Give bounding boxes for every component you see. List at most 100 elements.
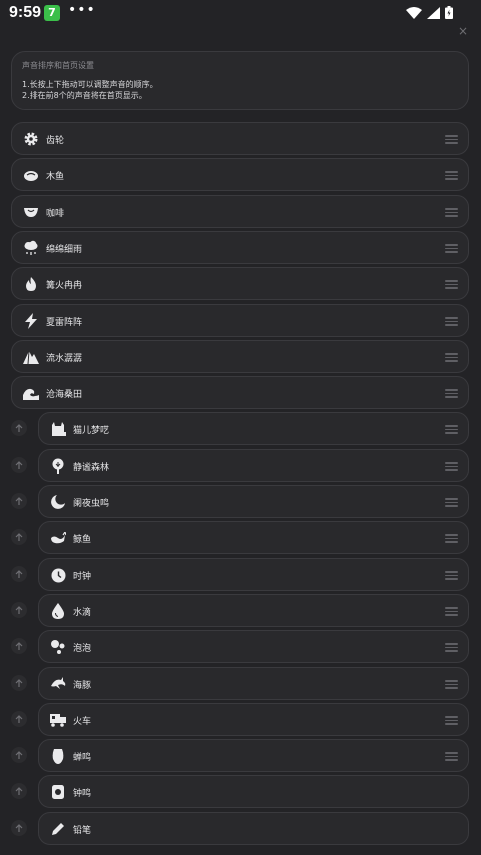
signal-icon (427, 6, 440, 19)
tree-icon (49, 457, 67, 475)
sound-card[interactable]: 铅笔 (38, 812, 469, 845)
sound-card[interactable]: 阑夜虫鸣 (38, 485, 469, 518)
status-bar: 9:59 7 ••• (0, 0, 481, 28)
move-up-icon[interactable] (11, 820, 27, 836)
move-up-icon[interactable] (11, 602, 27, 618)
wooden-fish-icon (22, 166, 40, 184)
drag-handle-icon[interactable] (445, 752, 458, 761)
drag-handle-icon[interactable] (445, 643, 458, 652)
drag-handle-icon[interactable] (445, 425, 458, 434)
sound-card[interactable]: 篝火冉冉 (11, 267, 469, 300)
sound-row[interactable]: 流水潺潺 (11, 340, 469, 373)
clock-icon (49, 566, 67, 584)
drag-handle-icon[interactable] (445, 135, 458, 144)
sound-row[interactable]: 猫儿梦呓 (38, 412, 469, 445)
drag-handle-icon[interactable] (445, 462, 458, 471)
sound-card[interactable]: 海豚 (38, 667, 469, 700)
sound-row[interactable]: 沧海桑田 (11, 376, 469, 409)
sound-row[interactable]: 阑夜虫鸣 (38, 485, 469, 518)
sound-row[interactable]: 海豚 (38, 667, 469, 700)
sound-label: 铅笔 (73, 826, 92, 836)
sound-card[interactable]: 钟鸣 (38, 775, 469, 808)
move-up-icon[interactable] (11, 457, 27, 473)
sound-card[interactable]: 猫儿梦呓 (38, 412, 469, 445)
sound-row[interactable]: 火车 (38, 703, 469, 736)
drag-handle-icon[interactable] (445, 534, 458, 543)
sound-label: 泡泡 (73, 644, 92, 654)
move-up-icon[interactable] (11, 638, 27, 654)
sound-label: 咖啡 (46, 209, 65, 219)
drag-handle-icon[interactable] (445, 716, 458, 725)
sound-card[interactable]: 水滴 (38, 594, 469, 627)
bubbles-icon (49, 638, 67, 656)
pencil-icon (49, 820, 67, 838)
drag-handle-icon[interactable] (445, 244, 458, 253)
sound-card[interactable]: 木鱼 (11, 158, 469, 191)
sound-row[interactable]: 铅笔 (38, 812, 469, 845)
sound-row[interactable]: 篝火冉冉 (11, 267, 469, 300)
sound-label: 猫儿梦呓 (73, 426, 110, 436)
move-up-icon[interactable] (11, 529, 27, 545)
move-up-icon[interactable] (11, 493, 27, 509)
sound-row[interactable]: 夏雷阵阵 (11, 304, 469, 337)
sound-card[interactable]: 火车 (38, 703, 469, 736)
sound-row[interactable]: 齿轮 (11, 122, 469, 155)
sound-card[interactable]: 夏雷阵阵 (11, 304, 469, 337)
sound-label: 绵绵细雨 (46, 245, 83, 255)
info-panel: 声音排序和首页设置 1.长按上下拖动可以调整声音的顺序。 2.排在前8个的声音将… (11, 51, 469, 110)
drag-handle-icon[interactable] (445, 208, 458, 217)
move-up-icon[interactable] (11, 675, 27, 691)
move-up-icon[interactable] (11, 566, 27, 582)
fire-icon (22, 275, 40, 293)
sound-label: 齿轮 (46, 136, 65, 146)
sound-card[interactable]: 时钟 (38, 558, 469, 591)
sound-row[interactable]: 木鱼 (11, 158, 469, 191)
drag-handle-icon[interactable] (445, 280, 458, 289)
move-up-icon[interactable] (11, 420, 27, 436)
drag-handle-icon[interactable] (445, 317, 458, 326)
sound-card[interactable]: 泡泡 (38, 630, 469, 663)
sound-label: 沧海桑田 (46, 390, 83, 400)
drag-handle-icon[interactable] (445, 607, 458, 616)
sound-card[interactable]: 沧海桑田 (11, 376, 469, 409)
sound-label: 阑夜虫鸣 (73, 499, 110, 509)
sound-row[interactable]: 鲸鱼 (38, 521, 469, 554)
sound-label: 流水潺潺 (46, 354, 83, 364)
sound-label: 木鱼 (46, 172, 65, 182)
dolphin-icon (49, 675, 67, 693)
move-up-icon[interactable] (11, 783, 27, 799)
sound-card[interactable]: 绵绵细雨 (11, 231, 469, 264)
rain-cloud-icon (22, 239, 40, 257)
sound-card[interactable]: 鲸鱼 (38, 521, 469, 554)
close-button[interactable]: × (458, 24, 468, 38)
sound-row[interactable]: 水滴 (38, 594, 469, 627)
sound-label: 时钟 (73, 572, 92, 582)
coffee-icon (22, 203, 40, 221)
sound-row[interactable]: 咖啡 (11, 195, 469, 228)
sound-card[interactable]: 咖啡 (11, 195, 469, 228)
sound-row[interactable]: 泡泡 (38, 630, 469, 663)
move-up-icon[interactable] (11, 747, 27, 763)
info-title: 声音排序和首页设置 (22, 61, 94, 70)
sound-label: 静谧森林 (73, 463, 110, 473)
move-up-icon[interactable] (11, 711, 27, 727)
drag-handle-icon[interactable] (445, 680, 458, 689)
sound-row[interactable]: 静谧森林 (38, 449, 469, 482)
drag-handle-icon[interactable] (445, 353, 458, 362)
drag-handle-icon[interactable] (445, 571, 458, 580)
cicada-icon (49, 747, 67, 765)
drag-handle-icon[interactable] (445, 171, 458, 180)
drag-handle-icon[interactable] (445, 389, 458, 398)
sound-label: 鲸鱼 (73, 535, 92, 545)
sound-card[interactable]: 齿轮 (11, 122, 469, 155)
sound-row[interactable]: 蝉鸣 (38, 739, 469, 772)
sound-label: 海豚 (73, 681, 92, 691)
sound-card[interactable]: 蝉鸣 (38, 739, 469, 772)
wave-icon (22, 384, 40, 402)
sound-row[interactable]: 时钟 (38, 558, 469, 591)
drag-handle-icon[interactable] (445, 498, 458, 507)
sound-row[interactable]: 绵绵细雨 (11, 231, 469, 264)
sound-card[interactable]: 流水潺潺 (11, 340, 469, 373)
sound-row[interactable]: 钟鸣 (38, 775, 469, 808)
sound-card[interactable]: 静谧森林 (38, 449, 469, 482)
